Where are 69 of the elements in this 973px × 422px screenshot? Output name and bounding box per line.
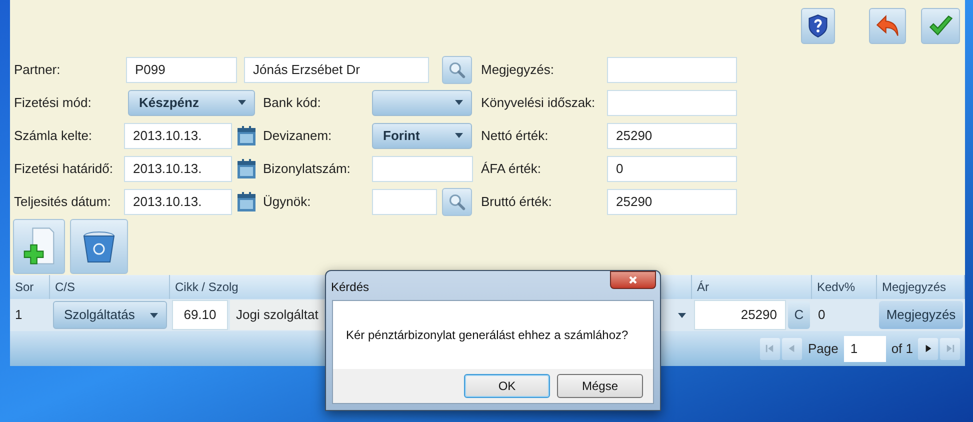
calendar-icon[interactable] xyxy=(237,158,256,178)
input-field[interactable]: 2013.10.13. xyxy=(124,156,232,182)
field-label: Bank kód: xyxy=(263,94,322,112)
input-field[interactable]: 2013.10.13. xyxy=(124,188,232,214)
table-cell: Jogi szolgáltat xyxy=(230,300,324,330)
dropdown[interactable]: Szolgáltatás xyxy=(53,301,167,329)
undo-arrow-icon xyxy=(874,13,900,39)
table-cell-text: 1 xyxy=(14,306,24,324)
input-field[interactable]: 25290 xyxy=(607,122,737,148)
caret-icon xyxy=(455,100,463,105)
page-label: Page xyxy=(808,340,838,358)
input-field[interactable]: 2013.10.13. xyxy=(124,122,232,148)
recycle-bin-button[interactable] xyxy=(70,219,128,274)
search-button[interactable] xyxy=(442,188,472,216)
field-label: Fizetési mód: xyxy=(14,94,92,112)
note-button[interactable]: Megjegyzés xyxy=(879,301,963,329)
field-label: Bizonylatszám: xyxy=(263,160,352,178)
calendar-icon[interactable] xyxy=(237,126,256,146)
search-icon xyxy=(448,60,466,78)
dialog-message: Kér pénztárbizonylat generálást ehhez a számlához? xyxy=(346,327,628,344)
caret-icon xyxy=(455,133,463,138)
input-field[interactable]: P099 xyxy=(126,56,237,82)
dialog-title: Kérdés xyxy=(331,279,370,296)
page-input[interactable]: 1 xyxy=(844,336,886,362)
table-cell-text: 0 xyxy=(817,306,826,324)
input-field[interactable]: 25290 xyxy=(607,188,737,214)
input-field[interactable]: Jónás Erzsébet Dr xyxy=(244,56,429,82)
caret-icon xyxy=(150,312,158,318)
input-field[interactable]: 0 xyxy=(607,156,737,182)
back-button[interactable] xyxy=(869,8,906,44)
field-label: Megjegyzés: xyxy=(481,60,555,79)
field-label: Számla kelte: xyxy=(14,126,94,145)
last-page-icon xyxy=(946,344,954,353)
next-page-button[interactable] xyxy=(918,338,938,360)
search-icon xyxy=(448,192,466,210)
caret-icon xyxy=(678,312,686,318)
input-field[interactable] xyxy=(607,56,737,82)
field-label: Ügynök: xyxy=(263,192,312,211)
close-icon xyxy=(628,275,638,285)
next-page-icon xyxy=(924,344,932,353)
dialog-button[interactable]: Mégse xyxy=(557,374,643,398)
input-field[interactable] xyxy=(607,90,737,116)
previous-page-icon xyxy=(787,344,796,353)
field-label: Nettó érték: xyxy=(481,126,550,145)
field-label: Teljesités dátum: xyxy=(14,192,112,211)
confirm-button[interactable] xyxy=(921,8,960,44)
field-label: ÁFA érték: xyxy=(481,160,542,178)
first-page-icon xyxy=(765,344,774,353)
field-label: Partner: xyxy=(14,60,62,79)
caret-icon xyxy=(238,100,246,105)
dialog-button[interactable]: OK xyxy=(464,374,550,398)
help-button[interactable] xyxy=(801,8,835,44)
input-field[interactable]: 25290 xyxy=(694,300,786,330)
input-field[interactable]: 69.10 xyxy=(172,300,228,330)
input-field[interactable] xyxy=(372,156,473,182)
c-button[interactable]: C xyxy=(788,301,810,329)
field-label: Könyvelési időszak: xyxy=(481,94,596,112)
close-button[interactable] xyxy=(610,271,656,289)
new-document-button[interactable] xyxy=(13,219,65,274)
dropdown[interactable]: Készpénz xyxy=(128,90,255,116)
shield-help-icon xyxy=(807,14,829,38)
search-button[interactable] xyxy=(442,56,472,84)
dropdown[interactable]: Forint xyxy=(372,122,472,148)
page-count: of 1 xyxy=(891,340,913,358)
calendar-icon[interactable] xyxy=(237,192,256,212)
input-field[interactable] xyxy=(372,188,437,214)
field-label: Bruttó érték: xyxy=(481,192,553,211)
field-label: Fizetési határidő: xyxy=(14,160,114,178)
field-label: Devizanem: xyxy=(263,126,333,145)
